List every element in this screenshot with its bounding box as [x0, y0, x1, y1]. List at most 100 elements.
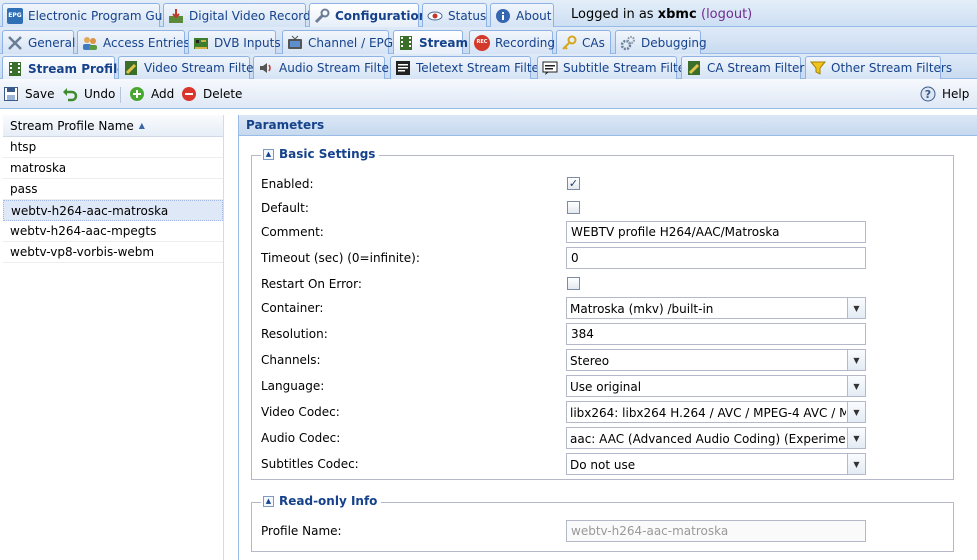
- channels-select[interactable]: Stereo ▼: [566, 349, 866, 371]
- tab-about[interactable]: About: [490, 3, 554, 27]
- language-value: Use original: [570, 380, 642, 394]
- tuner-card-icon: [193, 35, 209, 51]
- row-label: webtv-h264-aac-matroska: [11, 203, 169, 218]
- delete-button[interactable]: Delete: [181, 86, 242, 102]
- comment-input[interactable]: WEBTV profile H264/AAC/Matroska: [566, 221, 866, 243]
- subtitles-codec-value: Do not use: [570, 458, 636, 472]
- add-label: Add: [151, 87, 175, 101]
- channels-value: Stereo: [570, 354, 610, 368]
- tab-debugging[interactable]: Debugging: [615, 30, 707, 54]
- grid-column-header[interactable]: Stream Profile Name ▲: [3, 115, 223, 137]
- tab-configuration[interactable]: Configuration: [309, 3, 427, 28]
- tab-epg[interactable]: EPG Electronic Program Guide: [2, 3, 181, 27]
- film-icon: [398, 35, 414, 51]
- tab-audio-stream-filters[interactable]: Audio Stream Filters: [253, 56, 400, 79]
- row-label: webtv-vp8-vorbis-webm: [10, 245, 155, 259]
- readonly-info-title: Read-only Info: [279, 494, 378, 508]
- collapse-icon[interactable]: ▲: [263, 495, 274, 507]
- undo-button[interactable]: Undo: [62, 86, 115, 102]
- help-button[interactable]: ? Help: [920, 86, 969, 102]
- tab-ca-stream-filters[interactable]: CA Stream Filters: [681, 56, 811, 79]
- checkmark-icon: ✓: [568, 177, 579, 190]
- timeout-input[interactable]: 0: [566, 247, 866, 269]
- add-button[interactable]: Add: [129, 86, 174, 102]
- save-icon: [3, 86, 19, 102]
- action-toolbar: Save Undo Add Delete ? Help: [0, 79, 977, 109]
- tab-cas[interactable]: CAs: [556, 30, 611, 54]
- save-button[interactable]: Save: [3, 86, 54, 102]
- chevron-down-icon[interactable]: ▼: [847, 350, 865, 370]
- chevron-down-icon[interactable]: ▼: [847, 298, 865, 318]
- subtitles-codec-select[interactable]: Do not use ▼: [566, 453, 866, 475]
- tab-video-stream-filters[interactable]: Video Stream Filters: [118, 56, 265, 79]
- toolbar-separator: [120, 87, 121, 103]
- chevron-down-icon[interactable]: ▼: [847, 376, 865, 396]
- wrench-icon: [314, 8, 330, 24]
- language-select[interactable]: Use original ▼: [566, 375, 866, 397]
- tab-channel-epg[interactable]: Channel / EPG: [282, 30, 393, 54]
- tab-recording[interactable]: REC Recording: [469, 30, 556, 54]
- restart-on-error-checkbox[interactable]: [567, 277, 580, 290]
- chevron-down-icon[interactable]: ▼: [847, 402, 865, 422]
- table-row[interactable]: webtv-vp8-vorbis-webm: [3, 242, 223, 263]
- stream-profile-grid: Stream Profile Name ▲ htsp matroska pass…: [3, 115, 224, 560]
- tab-teletext-stream-filters[interactable]: Teletext Stream Filters: [390, 56, 550, 79]
- tab-recording-label: Recording: [495, 35, 556, 50]
- ca-filter-icon: [686, 60, 702, 76]
- video-codec-value: libx264: libx264 H.264 / AVC / MPEG-4 AV…: [570, 406, 846, 420]
- grid-header-label: Stream Profile Name: [10, 118, 134, 133]
- tab-dvr[interactable]: Digital Video Recorder: [163, 3, 323, 27]
- video-codec-select[interactable]: libx264: libx264 H.264 / AVC / MPEG-4 AV…: [566, 401, 866, 423]
- tab-ca-stream-filters-label: CA Stream Filters: [707, 61, 811, 75]
- svg-text:?: ?: [925, 88, 931, 101]
- table-row-selected[interactable]: webtv-h264-aac-matroska: [3, 200, 223, 221]
- resolution-label: Resolution:: [261, 327, 328, 341]
- tab-stream[interactable]: Stream: [393, 30, 468, 55]
- film-icon: [7, 61, 23, 77]
- timeout-label: Timeout (sec) (0=infinite):: [261, 251, 420, 265]
- collapse-icon[interactable]: ▲: [263, 148, 274, 160]
- audio-codec-select[interactable]: aac: AAC (Advanced Audio Coding) (Experi…: [566, 427, 866, 449]
- tab-dvb-inputs[interactable]: DVB Inputs: [188, 30, 281, 54]
- tab-teletext-stream-filters-label: Teletext Stream Filters: [416, 61, 551, 75]
- tab-channel-epg-label: Channel / EPG: [308, 35, 394, 50]
- tools-icon: [7, 35, 23, 51]
- enabled-label: Enabled:: [261, 177, 314, 191]
- tab-access-entries[interactable]: Access Entries: [77, 30, 190, 54]
- epg-icon: EPG: [7, 7, 23, 24]
- container-select[interactable]: Matroska (mkv) /built-in ▼: [566, 297, 866, 319]
- tab-subtitle-stream-filters-label: Subtitle Stream Filters: [563, 61, 697, 75]
- tab-stream-profiles[interactable]: Stream Profiles: [2, 56, 132, 81]
- language-label: Language:: [261, 379, 325, 393]
- tab-stream-label: Stream: [419, 36, 469, 50]
- tab-subtitle-stream-filters[interactable]: Subtitle Stream Filters: [537, 56, 696, 79]
- tab-general-label: General: [28, 35, 76, 50]
- basic-settings-title: Basic Settings: [279, 147, 376, 161]
- row-label: pass: [10, 182, 38, 196]
- chevron-down-icon[interactable]: ▼: [847, 428, 865, 448]
- restart-on-error-label: Restart On Error:: [261, 277, 362, 291]
- undo-icon: [62, 86, 78, 102]
- enabled-checkbox[interactable]: ✓: [567, 177, 580, 190]
- info-icon: [495, 8, 511, 24]
- dvr-icon: [168, 8, 184, 24]
- table-row[interactable]: htsp: [3, 137, 223, 158]
- help-icon: ?: [920, 86, 936, 102]
- undo-label: Undo: [84, 87, 116, 101]
- default-label: Default:: [261, 201, 309, 215]
- chevron-down-icon[interactable]: ▼: [847, 454, 865, 474]
- default-checkbox[interactable]: [567, 201, 580, 214]
- row-label: matroska: [10, 161, 67, 175]
- table-row[interactable]: pass: [3, 179, 223, 200]
- profile-name-field: webtv-h264-aac-matroska: [566, 520, 866, 542]
- users-icon: [82, 35, 98, 51]
- tab-status[interactable]: Status: [422, 3, 487, 27]
- tab-general[interactable]: General: [2, 30, 76, 54]
- table-row[interactable]: matroska: [3, 158, 223, 179]
- teletext-icon: [395, 60, 411, 76]
- tab-other-stream-filters[interactable]: Other Stream Filters: [805, 56, 952, 79]
- delete-label: Delete: [203, 87, 243, 101]
- logout-link[interactable]: (logout): [701, 7, 752, 22]
- resolution-input[interactable]: 384: [566, 323, 866, 345]
- table-row[interactable]: webtv-h264-aac-mpegts: [3, 221, 223, 242]
